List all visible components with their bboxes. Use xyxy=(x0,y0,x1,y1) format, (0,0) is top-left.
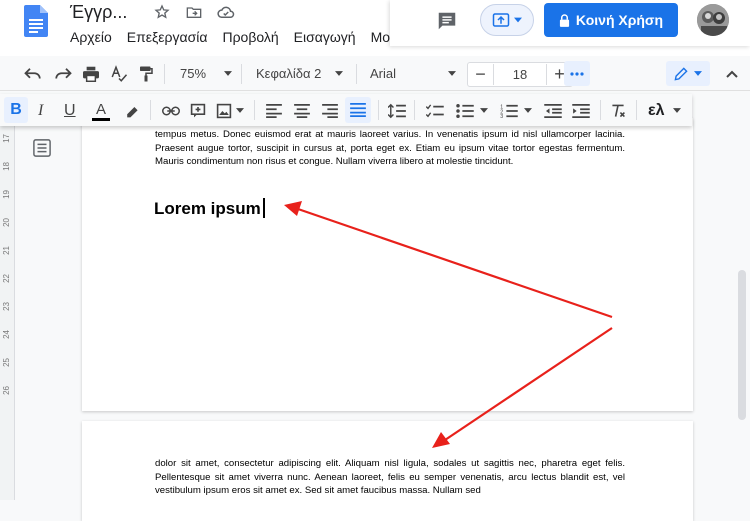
style-value: Κεφαλίδα 2 xyxy=(256,66,322,81)
font-size-control: − 18 + xyxy=(467,62,573,87)
text-color-icon[interactable]: A xyxy=(92,94,110,127)
ruler-mark: 25 xyxy=(2,358,11,367)
align-center-icon[interactable] xyxy=(294,94,310,127)
underline-icon[interactable]: U xyxy=(64,94,76,127)
menu-view[interactable]: Προβολή xyxy=(222,29,278,45)
text-cursor xyxy=(262,198,265,218)
move-folder-icon[interactable] xyxy=(184,2,204,22)
share-label: Κοινή Χρήση xyxy=(575,12,664,28)
svg-text:3: 3 xyxy=(500,114,503,118)
heading-label: Lorem ipsum xyxy=(154,199,261,218)
ruler-mark: 17 xyxy=(2,134,11,143)
ruler-mark: 19 xyxy=(2,190,11,199)
share-button[interactable]: Κοινή Χρήση xyxy=(544,3,678,37)
document-page[interactable]: dolor sit amet, consectetur adipiscing e… xyxy=(82,421,693,521)
collapse-toolbar-icon[interactable] xyxy=(726,57,738,90)
redo-icon[interactable] xyxy=(54,57,72,90)
body-paragraph: tempus metus. Donec euismod erat at maur… xyxy=(155,129,625,168)
avatar[interactable] xyxy=(697,4,729,36)
ruler-mark: 18 xyxy=(2,162,11,171)
undo-icon[interactable] xyxy=(24,57,42,90)
print-icon[interactable] xyxy=(82,57,100,90)
vertical-ruler: 17 18 19 20 21 22 23 24 25 26 xyxy=(0,126,15,500)
format-toolbar: B I U A 123 ελ xyxy=(0,94,692,126)
document-title[interactable]: Έγγρ... xyxy=(70,2,127,23)
document-page[interactable]: tempus metus. Donec euismod erat at maur… xyxy=(82,118,693,411)
clear-format-icon[interactable] xyxy=(610,94,626,127)
increase-indent-icon[interactable] xyxy=(572,94,590,127)
font-value: Arial xyxy=(370,66,397,81)
font-select[interactable]: Arial xyxy=(370,57,457,90)
edit-mode-button[interactable] xyxy=(666,61,710,86)
present-icon xyxy=(492,13,510,27)
heading-text: Lorem ipsum xyxy=(154,198,265,219)
zoom-select[interactable]: 75% xyxy=(180,57,233,90)
zoom-value: 75% xyxy=(180,66,207,81)
font-size-input[interactable]: 18 xyxy=(494,67,546,82)
add-comment-icon[interactable] xyxy=(190,94,206,127)
highlight-icon[interactable] xyxy=(124,94,140,127)
header-right-pane: Κοινή Χρήση xyxy=(390,0,750,46)
menu-file[interactable]: Αρχείο xyxy=(70,29,112,45)
star-icon[interactable] xyxy=(152,2,172,22)
main-toolbar: 75% Κεφαλίδα 2 Arial − 18 + xyxy=(0,57,750,91)
menu-insert[interactable]: Εισαγωγή xyxy=(294,29,356,45)
more-options-icon[interactable] xyxy=(564,61,590,86)
line-spacing-icon[interactable] xyxy=(388,94,406,127)
edit-mode-icon xyxy=(674,66,688,80)
checklist-icon[interactable] xyxy=(426,94,444,127)
style-select[interactable]: Κεφαλίδα 2 xyxy=(256,57,344,90)
scrollbar[interactable] xyxy=(738,270,746,420)
present-button[interactable] xyxy=(480,4,534,36)
menu-edit[interactable]: Επεξεργασία xyxy=(127,29,208,45)
chevron-down-icon xyxy=(514,17,522,23)
paint-format-icon[interactable] xyxy=(138,57,154,90)
ruler-mark: 20 xyxy=(2,218,11,227)
italic-icon[interactable]: I xyxy=(38,94,43,127)
decrease-indent-icon[interactable] xyxy=(544,94,562,127)
justify-icon[interactable] xyxy=(345,97,371,123)
bulleted-list-icon[interactable] xyxy=(456,94,488,127)
input-language-value: ελ xyxy=(648,101,665,119)
cloud-icon[interactable] xyxy=(216,2,236,22)
ruler-mark: 24 xyxy=(2,330,11,339)
comments-icon[interactable] xyxy=(436,10,458,32)
image-icon[interactable] xyxy=(216,94,244,127)
ruler-mark: 21 xyxy=(2,246,11,255)
align-right-icon[interactable] xyxy=(322,94,338,127)
outline-icon[interactable] xyxy=(33,139,51,157)
decrease-font-size-button[interactable]: − xyxy=(468,64,494,85)
menu-bar: Αρχείο Επεξεργασία Προβολή Εισαγωγή Μο xyxy=(70,29,405,45)
align-left-icon[interactable] xyxy=(266,94,282,127)
ruler-mark: 26 xyxy=(2,386,11,395)
link-icon[interactable] xyxy=(162,94,180,127)
bold-icon[interactable]: B xyxy=(4,97,28,123)
ruler-mark: 22 xyxy=(2,274,11,283)
docs-logo-icon[interactable] xyxy=(24,5,48,37)
input-language-select[interactable]: ελ xyxy=(648,94,681,127)
body-paragraph: dolor sit amet, consectetur adipiscing e… xyxy=(155,458,625,497)
ruler-mark: 23 xyxy=(2,302,11,311)
numbered-list-icon[interactable]: 123 xyxy=(500,94,532,127)
menu-format[interactable]: Μο xyxy=(371,29,390,45)
spellcheck-icon[interactable] xyxy=(110,57,128,90)
lock-icon xyxy=(559,13,570,27)
